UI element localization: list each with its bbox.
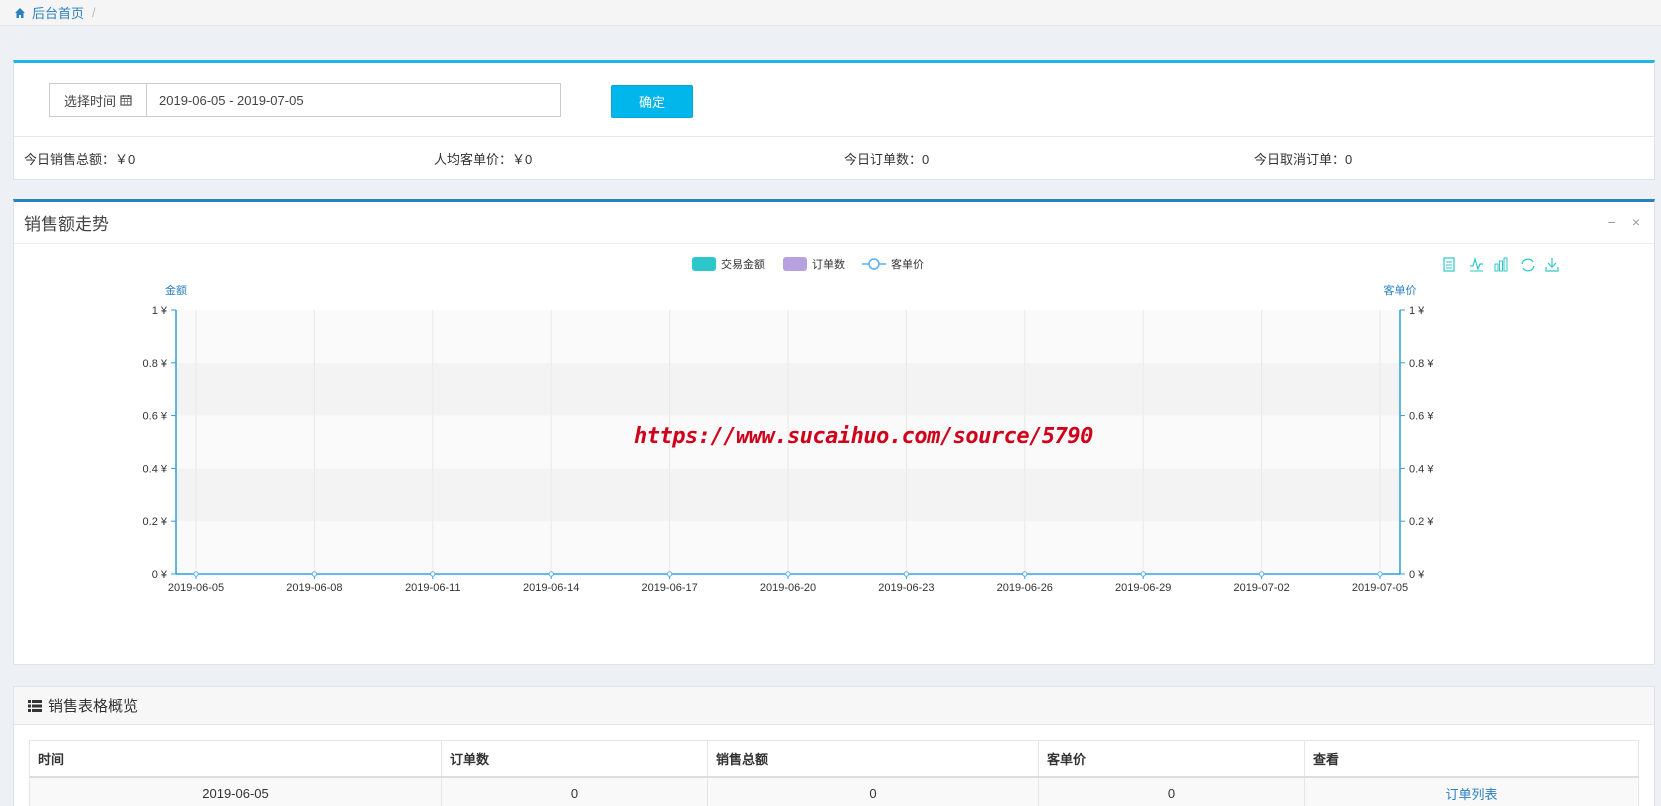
stats-row: 今日销售总额：￥0 人均客单价：￥0 今日订单数：0 今日取消订单：0: [14, 136, 1654, 180]
table-panel-title: 销售表格概览: [48, 698, 139, 715]
x-tick-label: 2019-06-29: [1115, 582, 1171, 594]
confirm-button[interactable]: 确定: [611, 85, 693, 118]
table-panel-header: 销售表格概览: [14, 687, 1654, 725]
cell-total: 0: [707, 776, 1039, 806]
data-point: [548, 571, 554, 577]
breadcrumb-separator: /: [92, 5, 96, 20]
x-tick-label: 2019-06-11: [405, 582, 460, 594]
legend-label: 客单价: [891, 257, 924, 271]
y-tick-label-left: 1 ¥: [152, 305, 168, 317]
y-axis-label-left: 金额: [165, 283, 187, 297]
calendar-icon: [120, 95, 132, 106]
sales-table-panel: 销售表格概览 时间 订单数 销售总额 客单价 查看 2019-06-05 0 0…: [13, 686, 1655, 806]
breadcrumb-home-link[interactable]: 后台首页: [32, 3, 84, 22]
data-point: [1377, 571, 1383, 577]
sales-trend-chart: 0 ¥ 0 ¥ 0.2 ¥ 0.2 ¥ 0.4 ¥ 0.4 ¥ 0.6 ¥ 0.6 ¥ 0.8 …: [143, 256, 1559, 594]
date-label: 选择时间: [63, 93, 116, 109]
data-point: [1258, 571, 1265, 577]
line-chart-icon[interactable]: [1470, 256, 1483, 272]
legend-swatch: [783, 257, 807, 271]
x-tick-label: 2019-06-14: [523, 582, 579, 594]
date-label-addon: 选择时间: [49, 83, 147, 117]
data-point: [1022, 571, 1028, 577]
x-tick-label: 2019-06-08: [286, 582, 342, 594]
bar-chart-icon[interactable]: [1494, 257, 1508, 272]
col-avg: 客单价: [1038, 740, 1305, 778]
y-tick-label-right: 0.4 ¥: [1409, 463, 1434, 475]
y-tick-label-right: 1 ¥: [1409, 305, 1425, 317]
table-header-row: 时间 订单数 销售总额 客单价 查看: [29, 740, 1639, 778]
x-tick-label: 2019-07-02: [1233, 582, 1289, 594]
legend-marker: [868, 258, 880, 270]
minimize-icon[interactable]: −: [1608, 214, 1616, 230]
data-point: [903, 571, 910, 577]
data-point: [666, 571, 673, 577]
stat-today-orders: 今日订单数：0: [844, 152, 930, 167]
refresh-icon[interactable]: [1521, 258, 1535, 272]
date-range-group: 选择时间: [49, 83, 561, 117]
download-icon[interactable]: [1545, 258, 1559, 272]
breadcrumb: 后台首页 /: [0, 0, 1661, 26]
data-point: [1140, 571, 1146, 577]
y-tick-label-right: 0.6 ¥: [1409, 411, 1434, 423]
y-tick-label-left: 0.8 ¥: [143, 358, 168, 370]
col-view: 查看: [1304, 740, 1639, 778]
x-tick-label: 2019-06-26: [997, 582, 1053, 594]
x-tick-label: 2019-06-05: [168, 582, 224, 594]
y-axis-label-right: 客单价: [1384, 283, 1417, 297]
panel-controls: − ×: [1608, 214, 1640, 230]
y-tick-label-left: 0.6 ¥: [143, 411, 168, 423]
stat-today-cancelled: 今日取消订单：0: [1254, 152, 1353, 167]
list-icon: [28, 699, 42, 712]
home-icon: [15, 7, 25, 18]
col-time: 时间: [29, 740, 442, 778]
data-point: [785, 571, 791, 577]
y-tick-label-right: 0.2 ¥: [1409, 516, 1434, 528]
chart-area: 0 ¥ 0 ¥ 0.2 ¥ 0.2 ¥ 0.4 ¥ 0.4 ¥ 0.6 ¥ 0.6 ¥ 0.8 …: [14, 244, 1654, 664]
y-tick-label-left: 0.4 ¥: [143, 463, 168, 475]
legend-label: 订单数: [812, 258, 845, 271]
stat-today-sales: 今日销售总额：￥0: [24, 152, 136, 167]
sales-trend-panel: 销售额走势 − × 0 ¥ 0 ¥ 0.2 ¥ 0.2 ¥ 0.4 ¥ 0.4 ¥ 0.6 …: [13, 199, 1655, 665]
y-tick-label-right: 0.8 ¥: [1409, 358, 1434, 370]
legend-label: 交易金额: [721, 257, 765, 271]
y-tick-label-left: 0.2 ¥: [143, 516, 168, 528]
y-tick-label-left: 0 ¥: [152, 569, 168, 581]
x-tick-label: 2019-06-17: [641, 582, 697, 594]
x-tick-label: 2019-06-20: [760, 582, 816, 594]
cell-view: 订单列表: [1304, 776, 1639, 806]
col-total: 销售总额: [707, 740, 1039, 778]
x-tick-label: 2019-07-05: [1352, 582, 1408, 594]
data-point: [193, 571, 199, 577]
cell-avg: 0: [1038, 776, 1305, 806]
order-list-link[interactable]: 订单列表: [1445, 787, 1497, 802]
chart-header: 销售额走势 − ×: [14, 202, 1654, 244]
y-tick-label-right: 0 ¥: [1409, 569, 1425, 581]
legend-swatch: [692, 257, 716, 271]
watermark-text: https://www.sucaihuo.com/source/5790: [634, 424, 1093, 449]
cell-date: 2019-06-05: [29, 776, 442, 806]
col-orders: 订单数: [441, 740, 708, 778]
close-icon[interactable]: ×: [1632, 214, 1640, 230]
x-tick-label: 2019-06-23: [878, 582, 934, 594]
stat-avg-price: 人均客单价：￥0: [434, 152, 533, 167]
data-point: [430, 571, 436, 577]
sales-table: 时间 订单数 销售总额 客单价 查看 2019-06-05 0 0 0 订单列表: [29, 740, 1639, 806]
data-point: [311, 571, 318, 577]
data-view-icon[interactable]: [1443, 257, 1455, 272]
table-row: 2019-06-05 0 0 0 订单列表: [29, 776, 1639, 806]
filter-panel: 选择时间 确定 今日销售总额：￥0 人均客单价：￥0 今日订单数：0 今日取消订…: [13, 60, 1655, 180]
cell-orders: 0: [441, 776, 708, 806]
date-range-input[interactable]: [147, 83, 561, 117]
chart-panel-title: 销售额走势: [24, 215, 109, 234]
